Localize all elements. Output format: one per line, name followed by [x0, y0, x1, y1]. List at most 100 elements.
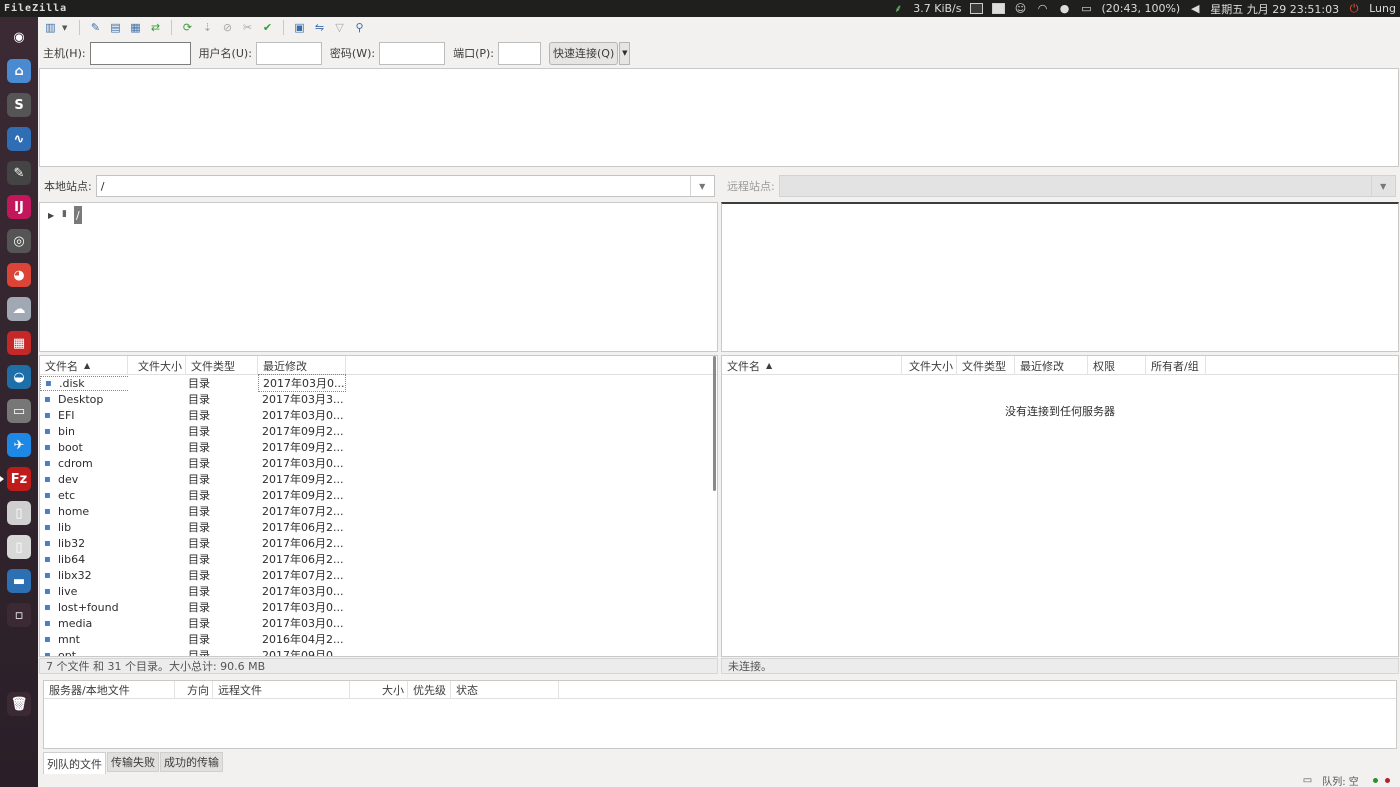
local-col-type[interactable]: 文件类型 [186, 356, 258, 375]
table-row[interactable]: ▪ home 目录 2017年07月2... [40, 503, 717, 519]
remote-file-list[interactable]: 文件名 ▲ 文件大小 文件类型 最近修改 权限 所有者/组 没有连接到任何服务器 [721, 355, 1399, 657]
table-row[interactable]: ▪ Desktop 目录 2017年03月3... [40, 391, 717, 407]
expand-arrow-icon[interactable]: ▶ [48, 211, 62, 220]
table-row[interactable]: ▪ .disk 目录 2017年03月0... [40, 374, 717, 392]
volume-icon[interactable]: ◀ [1188, 2, 1202, 15]
launcher-item[interactable]: S [4, 89, 34, 121]
user-name[interactable]: Lung [1369, 2, 1396, 15]
wifi-icon[interactable]: ◠ [1036, 2, 1050, 15]
remote-col-permissions[interactable]: 权限 [1088, 356, 1146, 375]
port-input[interactable] [498, 41, 542, 65]
host-input[interactable] [89, 41, 191, 65]
launcher-item[interactable]: ☁ [4, 293, 34, 325]
tab-queued-files[interactable]: 列队的文件 [43, 752, 106, 774]
queue-col-local[interactable]: 服务器/本地文件 [44, 681, 175, 699]
local-file-list[interactable]: 文件名 ▲ 文件大小 文件类型 最近修改 ▪ .disk 目录 2017年03月0...… [39, 355, 718, 657]
launcher-item[interactable]: ▯ [4, 531, 34, 563]
remote-col-owner[interactable]: 所有者/组 [1146, 356, 1206, 375]
table-row[interactable]: ▪ etc 目录 2017年09月2... [40, 487, 717, 503]
tab-failed-transfers[interactable]: 传输失败 [107, 752, 159, 772]
shadowsocks-tray-icon[interactable]: ⸙ [891, 2, 905, 15]
search-files-icon[interactable]: ⚲ [351, 19, 368, 36]
toggle-remote-tree-icon[interactable]: ▦ [127, 19, 144, 36]
process-queue-icon[interactable]: ⇣ [199, 19, 216, 36]
table-row[interactable]: ▪ lib32 目录 2017年06月2... [40, 535, 717, 551]
launcher-item[interactable]: ◎ [4, 225, 34, 257]
local-col-modified[interactable]: 最近修改 [258, 356, 346, 375]
toggle-queue-icon[interactable]: ⇄ [147, 19, 164, 36]
launcher-item[interactable]: ▦ [4, 327, 34, 359]
tree-node-label[interactable]: / [74, 206, 82, 224]
quickconnect-history-dropdown-icon[interactable]: ▼ [619, 41, 631, 65]
speed-limit-icon[interactable]: ▭ [1303, 775, 1312, 786]
local-col-size[interactable]: 文件大小 [128, 356, 186, 375]
launcher-item[interactable]: ✎ [4, 157, 34, 189]
notification-icon[interactable]: ● [1058, 2, 1072, 15]
queue-col-priority[interactable]: 优先级 [408, 681, 451, 699]
input-method-icon[interactable] [992, 3, 1006, 15]
directory-listing-filters-icon[interactable]: ▣ [291, 19, 308, 36]
username-input[interactable] [255, 41, 322, 65]
launcher-item[interactable]: ⌂ [4, 55, 34, 87]
password-input[interactable] [379, 41, 446, 65]
directory-compare-icon[interactable]: ▽ [331, 19, 348, 36]
local-path-combo[interactable]: / ▼ [95, 175, 715, 197]
power-icon[interactable]: ⏻ [1347, 2, 1361, 15]
table-row[interactable]: ▪ boot 目录 2017年09月2... [40, 439, 717, 455]
table-row[interactable]: ▪ libx32 目录 2017年07月2... [40, 567, 717, 583]
disconnect-icon[interactable]: ✂ [239, 19, 256, 36]
launcher-item[interactable]: Fz [0, 463, 34, 495]
cancel-operation-icon[interactable]: ⊘ [219, 19, 236, 36]
battery-status[interactable]: (20:43, 100%) [1102, 2, 1181, 15]
table-row[interactable]: ▪ opt 目录 2017年09月0... [40, 647, 717, 657]
quickconnect-button[interactable]: 快速连接(Q) [549, 41, 619, 65]
table-row[interactable]: ▪ media 目录 2017年03月0... [40, 615, 717, 631]
download-tray-icon[interactable] [970, 3, 984, 15]
tree-node-root[interactable]: ▶ ▮ / [40, 205, 717, 225]
local-directory-tree[interactable]: ▶ ▮ / [39, 202, 718, 352]
site-manager-icon[interactable]: ▥ [42, 19, 59, 36]
local-col-name[interactable]: 文件名 ▲ [40, 356, 128, 375]
launcher-item[interactable]: ▫ [4, 599, 34, 631]
table-row[interactable]: ▪ lib 目录 2017年06月2... [40, 519, 717, 535]
transfer-queue[interactable]: 服务器/本地文件 方向 远程文件 大小 优先级 状态 [43, 680, 1397, 749]
launcher-item[interactable]: ▬ [4, 565, 34, 597]
table-row[interactable]: ▪ lost+found 目录 2017年03月0... [40, 599, 717, 615]
remote-col-type[interactable]: 文件类型 [957, 356, 1015, 375]
refresh-icon[interactable]: ⟳ [179, 19, 196, 36]
launcher-item[interactable]: ✈ [4, 429, 34, 461]
clock[interactable]: 星期五 九月 29 23:51:03 [1210, 1, 1339, 17]
table-row[interactable]: ▪ EFI 目录 2017年03月0... [40, 407, 717, 423]
remote-col-modified[interactable]: 最近修改 [1015, 356, 1088, 375]
launcher-item[interactable]: 🗑 [4, 633, 34, 716]
remote-col-name[interactable]: 文件名 ▲ [722, 356, 902, 375]
tab-successful-transfers[interactable]: 成功的传输 [160, 752, 223, 772]
launcher-item[interactable]: ◕ [4, 259, 34, 291]
queue-col-status[interactable]: 状态 [451, 681, 559, 699]
launcher-item[interactable]: ▯ [4, 497, 34, 529]
queue-col-direction[interactable]: 方向 [175, 681, 213, 699]
queue-col-size[interactable]: 大小 [350, 681, 408, 699]
queue-col-remote[interactable]: 远程文件 [213, 681, 350, 699]
local-list-scrollbar[interactable] [713, 356, 716, 491]
reconnect-icon[interactable]: ✔ [259, 19, 276, 36]
launcher-item[interactable]: IJ [4, 191, 34, 223]
chevron-down-icon[interactable]: ▼ [689, 176, 714, 196]
remote-directory-tree[interactable] [721, 202, 1399, 352]
net-speed[interactable]: 3.7 KiB/s [913, 2, 961, 15]
synchronized-browsing-icon[interactable]: ⇋ [311, 19, 328, 36]
launcher-item[interactable]: ◉ [4, 21, 34, 53]
table-row[interactable]: ▪ bin 目录 2017年09月2... [40, 423, 717, 439]
table-row[interactable]: ▪ dev 目录 2017年09月2... [40, 471, 717, 487]
launcher-item[interactable]: ◒ [4, 361, 34, 393]
table-row[interactable]: ▪ lib64 目录 2017年06月2... [40, 551, 717, 567]
message-log[interactable] [39, 68, 1399, 167]
table-row[interactable]: ▪ cdrom 目录 2017年03月0... [40, 455, 717, 471]
battery-icon[interactable]: ▭ [1080, 2, 1094, 15]
table-row[interactable]: ▪ live 目录 2017年03月0... [40, 583, 717, 599]
site-manager-dropdown-icon[interactable]: ▼ [62, 24, 72, 32]
remote-col-size[interactable]: 文件大小 [902, 356, 957, 375]
toggle-message-log-icon[interactable]: ✎ [87, 19, 104, 36]
launcher-item[interactable]: ∿ [4, 123, 34, 155]
launcher-item[interactable]: ▭ [4, 395, 34, 427]
